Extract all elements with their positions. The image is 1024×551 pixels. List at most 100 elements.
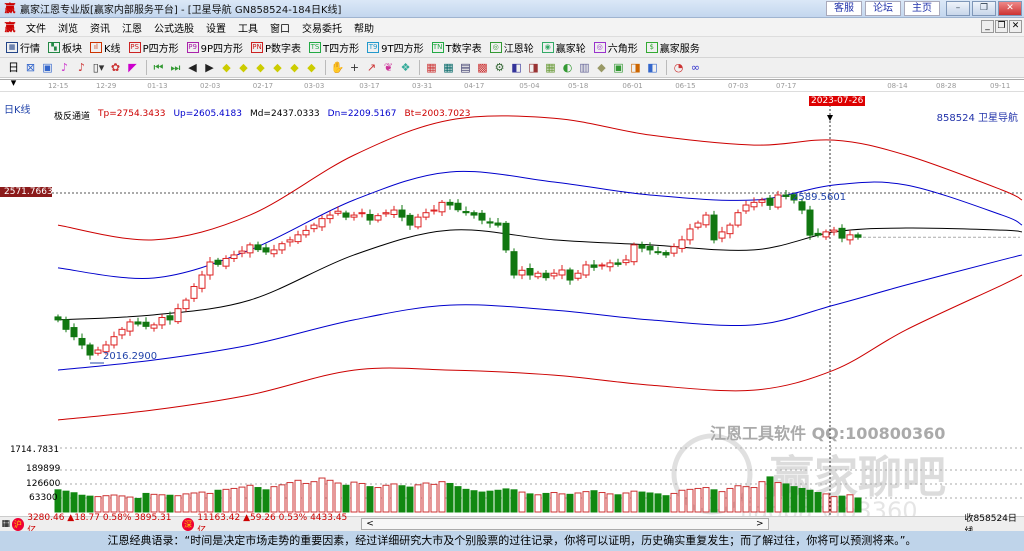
chart-tool-icon[interactable]: ▦ — [424, 60, 439, 75]
chart-tool-icon[interactable]: ✿ — [108, 60, 123, 75]
toolbar-button[interactable]: PS P四方形 — [128, 40, 179, 55]
chart-tool-icon[interactable]: ▤ — [458, 60, 473, 75]
toolbar-icon: ▚ — [48, 41, 60, 53]
chart-tool-icon[interactable]: ▶ — [202, 60, 217, 75]
scroll-left-button[interactable]: < — [366, 519, 374, 529]
chart-tool-icon[interactable]: ◆ — [253, 60, 268, 75]
toolbar-button[interactable]: $ 赢家服务 — [645, 40, 700, 55]
chart-tool-icon[interactable]: ◆ — [270, 60, 285, 75]
chart-tool-icon[interactable]: ◧ — [509, 60, 524, 75]
link-service[interactable]: 客服 — [826, 1, 862, 16]
chart-tool-icon[interactable]: ◨ — [526, 60, 541, 75]
menu-item[interactable]: 江恩 — [116, 20, 148, 35]
chart-tool-icon[interactable]: ▣ — [611, 60, 626, 75]
chart-tool-icon[interactable]: ♪ — [74, 60, 89, 75]
toolbar-button[interactable]: ▚ 板块 — [48, 40, 82, 55]
volume-bar — [126, 496, 134, 513]
toolbar-button[interactable]: ıl K线 — [90, 40, 121, 55]
toolbar-button[interactable]: ◉ 赢家轮 — [541, 40, 586, 55]
menu-item[interactable]: 交易委托 — [296, 20, 348, 35]
chart-tool-icon[interactable]: ◐ — [560, 60, 575, 75]
menu-item[interactable]: 浏览 — [52, 20, 84, 35]
high-price-label: 2589.5601 — [792, 192, 847, 203]
mdi-close-button[interactable]: ✕ — [1009, 20, 1022, 33]
candle-body — [430, 209, 438, 212]
chart-tool-icon[interactable]: ◨ — [628, 60, 643, 75]
candle — [846, 229, 854, 245]
toolbar-button[interactable]: ◎ 江恩轮 — [489, 40, 534, 55]
toolbar-label: 六角形 — [607, 43, 638, 55]
volume-bar — [750, 487, 758, 513]
channel-line-up — [57, 170, 1023, 279]
toolbar-button[interactable]: TN T数字表 — [431, 40, 482, 55]
link-home[interactable]: 主页 — [904, 1, 940, 16]
chart-toolbar: 日▾ ⊠ ▣ ♪ ♪ ▯▾ ✿ ◤ ⏮ ⏭ ◀ ▶ ◆ ◆ ◆ ◆ ◆ ◆ ✋ + ↗ ❦ ❖ ▦ ▦ ▤ ▩ ⚙ ◧ ◨ ▦ ◐ ▥ ◆ ▣ ◨ ◧ ◔… — [0, 58, 1024, 89]
candle-body — [710, 214, 718, 241]
mdi-minimize-button[interactable]: _ — [981, 20, 994, 33]
candle — [574, 269, 582, 281]
candle-body — [718, 231, 726, 239]
chart-tool-icon[interactable]: ◆ — [304, 60, 319, 75]
volume-bar — [246, 484, 254, 513]
grid-icon[interactable]: ▦ — [0, 519, 12, 529]
chart-tool-icon[interactable]: ◤ — [125, 60, 140, 75]
chart-tool-icon[interactable]: ▥ — [577, 60, 592, 75]
volume-bar — [638, 491, 646, 513]
toolbar-icon: P9 — [186, 41, 199, 53]
menu-item[interactable]: 资讯 — [84, 20, 116, 35]
date-tick-label: 12-15 — [48, 82, 68, 90]
menu-item[interactable]: 帮助 — [348, 20, 380, 35]
menu-item[interactable]: 公式选股 — [148, 20, 200, 35]
mdi-restore-button[interactable]: ❐ — [995, 20, 1008, 33]
chart-tool-icon[interactable]: ❖ — [398, 60, 413, 75]
chart-tool-icon[interactable]: ▣ — [40, 60, 55, 75]
candle-body — [454, 202, 462, 211]
toolbar-button[interactable]: TS T四方形 — [309, 40, 359, 55]
horizontal-scrollbar[interactable]: < > — [361, 518, 769, 530]
chart-tool-icon[interactable]: ∞ — [688, 60, 703, 75]
menu-item[interactable]: 文件 — [20, 20, 52, 35]
chart-tool-icon[interactable]: ◆ — [219, 60, 234, 75]
menu-item[interactable]: 设置 — [200, 20, 232, 35]
menu-item[interactable]: 窗口 — [264, 20, 296, 35]
chart-tool-icon[interactable]: ⚙ — [492, 60, 507, 75]
volume-bar — [174, 495, 182, 513]
minimize-button[interactable]: – — [946, 1, 970, 16]
toolbar-button[interactable]: PN P数字表 — [251, 40, 301, 55]
chart-tool-icon[interactable]: ◆ — [287, 60, 302, 75]
restore-button[interactable]: ❐ — [972, 1, 996, 16]
toolbar-button[interactable]: ▦ 行情 — [6, 40, 40, 55]
chart-tool-icon[interactable]: ❦ — [381, 60, 396, 75]
date-tick-label: 08-28 — [936, 82, 956, 90]
scroll-right-button[interactable]: > — [756, 519, 764, 529]
chart-tool-icon[interactable]: ◧ — [645, 60, 660, 75]
chart-tool-icon[interactable]: ▯▾ — [91, 60, 106, 75]
candle-body — [742, 204, 750, 212]
chart-tool-icon[interactable]: ▦ — [543, 60, 558, 75]
date-tick-label: 09-11 — [990, 82, 1010, 90]
chart-tool-icon[interactable]: ↗ — [364, 60, 379, 75]
chart-tool-icon[interactable]: ▩ — [475, 60, 490, 75]
chart-tool-icon[interactable]: ◔ — [671, 60, 686, 75]
volume-bar — [550, 492, 558, 513]
volume-bar — [622, 492, 630, 513]
toolbar-button[interactable]: ◎ 六角形 — [593, 40, 638, 55]
chart-tool-icon[interactable]: 日▾ — [6, 60, 21, 89]
chart-tool-icon[interactable]: ▦ — [441, 60, 456, 75]
menu-item[interactable]: 工具 — [232, 20, 264, 35]
chart-tool-icon[interactable]: ◆ — [236, 60, 251, 75]
close-button[interactable]: ✕ — [998, 1, 1022, 16]
chart-tool-icon[interactable]: ⏭ — [168, 60, 183, 75]
chart-tool-icon[interactable]: ⏮ — [151, 60, 166, 75]
chart-tool-icon[interactable]: ◀ — [185, 60, 200, 75]
link-forum[interactable]: 论坛 — [865, 1, 901, 16]
chart-tool-icon[interactable]: ◆ — [594, 60, 609, 75]
toolbar-button[interactable]: P9 9P四方形 — [186, 40, 243, 55]
toolbar-button[interactable]: T9 9T四方形 — [367, 40, 424, 55]
chart-tool-icon[interactable]: + — [347, 60, 362, 75]
kline-chart[interactable]: 赢家聊吧 jiaoba.vip3360 江恩工具软件 QQ:100800360 … — [0, 79, 1024, 516]
candle-body — [126, 321, 134, 332]
chart-tool-icon[interactable]: ✋ — [330, 60, 345, 75]
chart-tool-icon[interactable]: ⊠ — [23, 60, 38, 75]
chart-tool-icon[interactable]: ♪ — [57, 60, 72, 75]
